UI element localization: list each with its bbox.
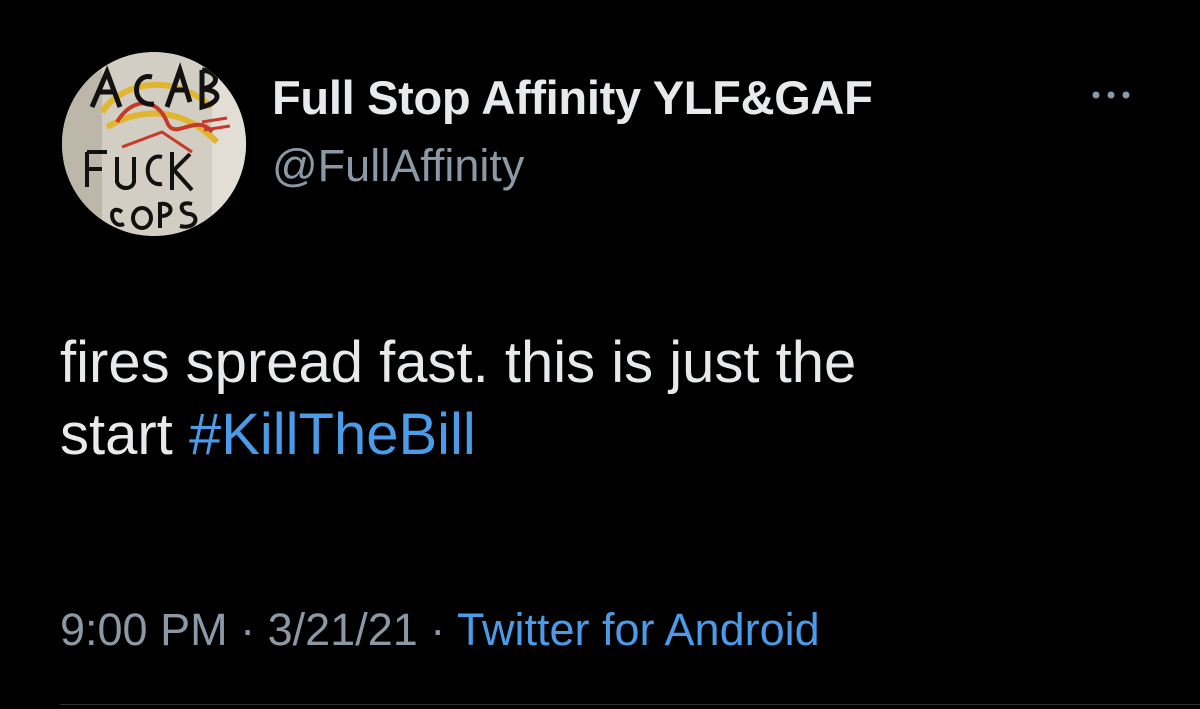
tweet-time: 9:00 PM — [60, 604, 228, 655]
meta-separator: · — [240, 604, 256, 655]
tweet-metadata: 9:00 PM · 3/21/21 · Twitter for Android — [60, 604, 820, 656]
tweet-text-prefix: start — [60, 402, 173, 467]
meta-separator: · — [430, 604, 446, 655]
author-display-name[interactable]: Full Stop Affinity YLF&GAF — [272, 70, 873, 125]
divider — [60, 704, 1200, 705]
graffiti-avatar-icon — [62, 52, 246, 236]
avatar[interactable] — [62, 52, 246, 236]
tweet-card: Full Stop Affinity YLF&GAF @FullAffinity… — [0, 0, 1200, 709]
tweet-text-line-1: fires spread fast. this is just the — [60, 330, 857, 395]
author-handle[interactable]: @FullAffinity — [272, 140, 524, 192]
hashtag-link[interactable]: #KillTheBill — [189, 402, 476, 467]
tweet-text: fires spread fast. this is just the star… — [60, 327, 1160, 471]
tweet-text-line-2: start #KillTheBill — [60, 399, 1160, 471]
tweet-source-link[interactable]: Twitter for Android — [457, 604, 820, 655]
more-options-icon[interactable] — [1088, 80, 1134, 110]
tweet-date[interactable]: 3/21/21 — [268, 604, 418, 655]
